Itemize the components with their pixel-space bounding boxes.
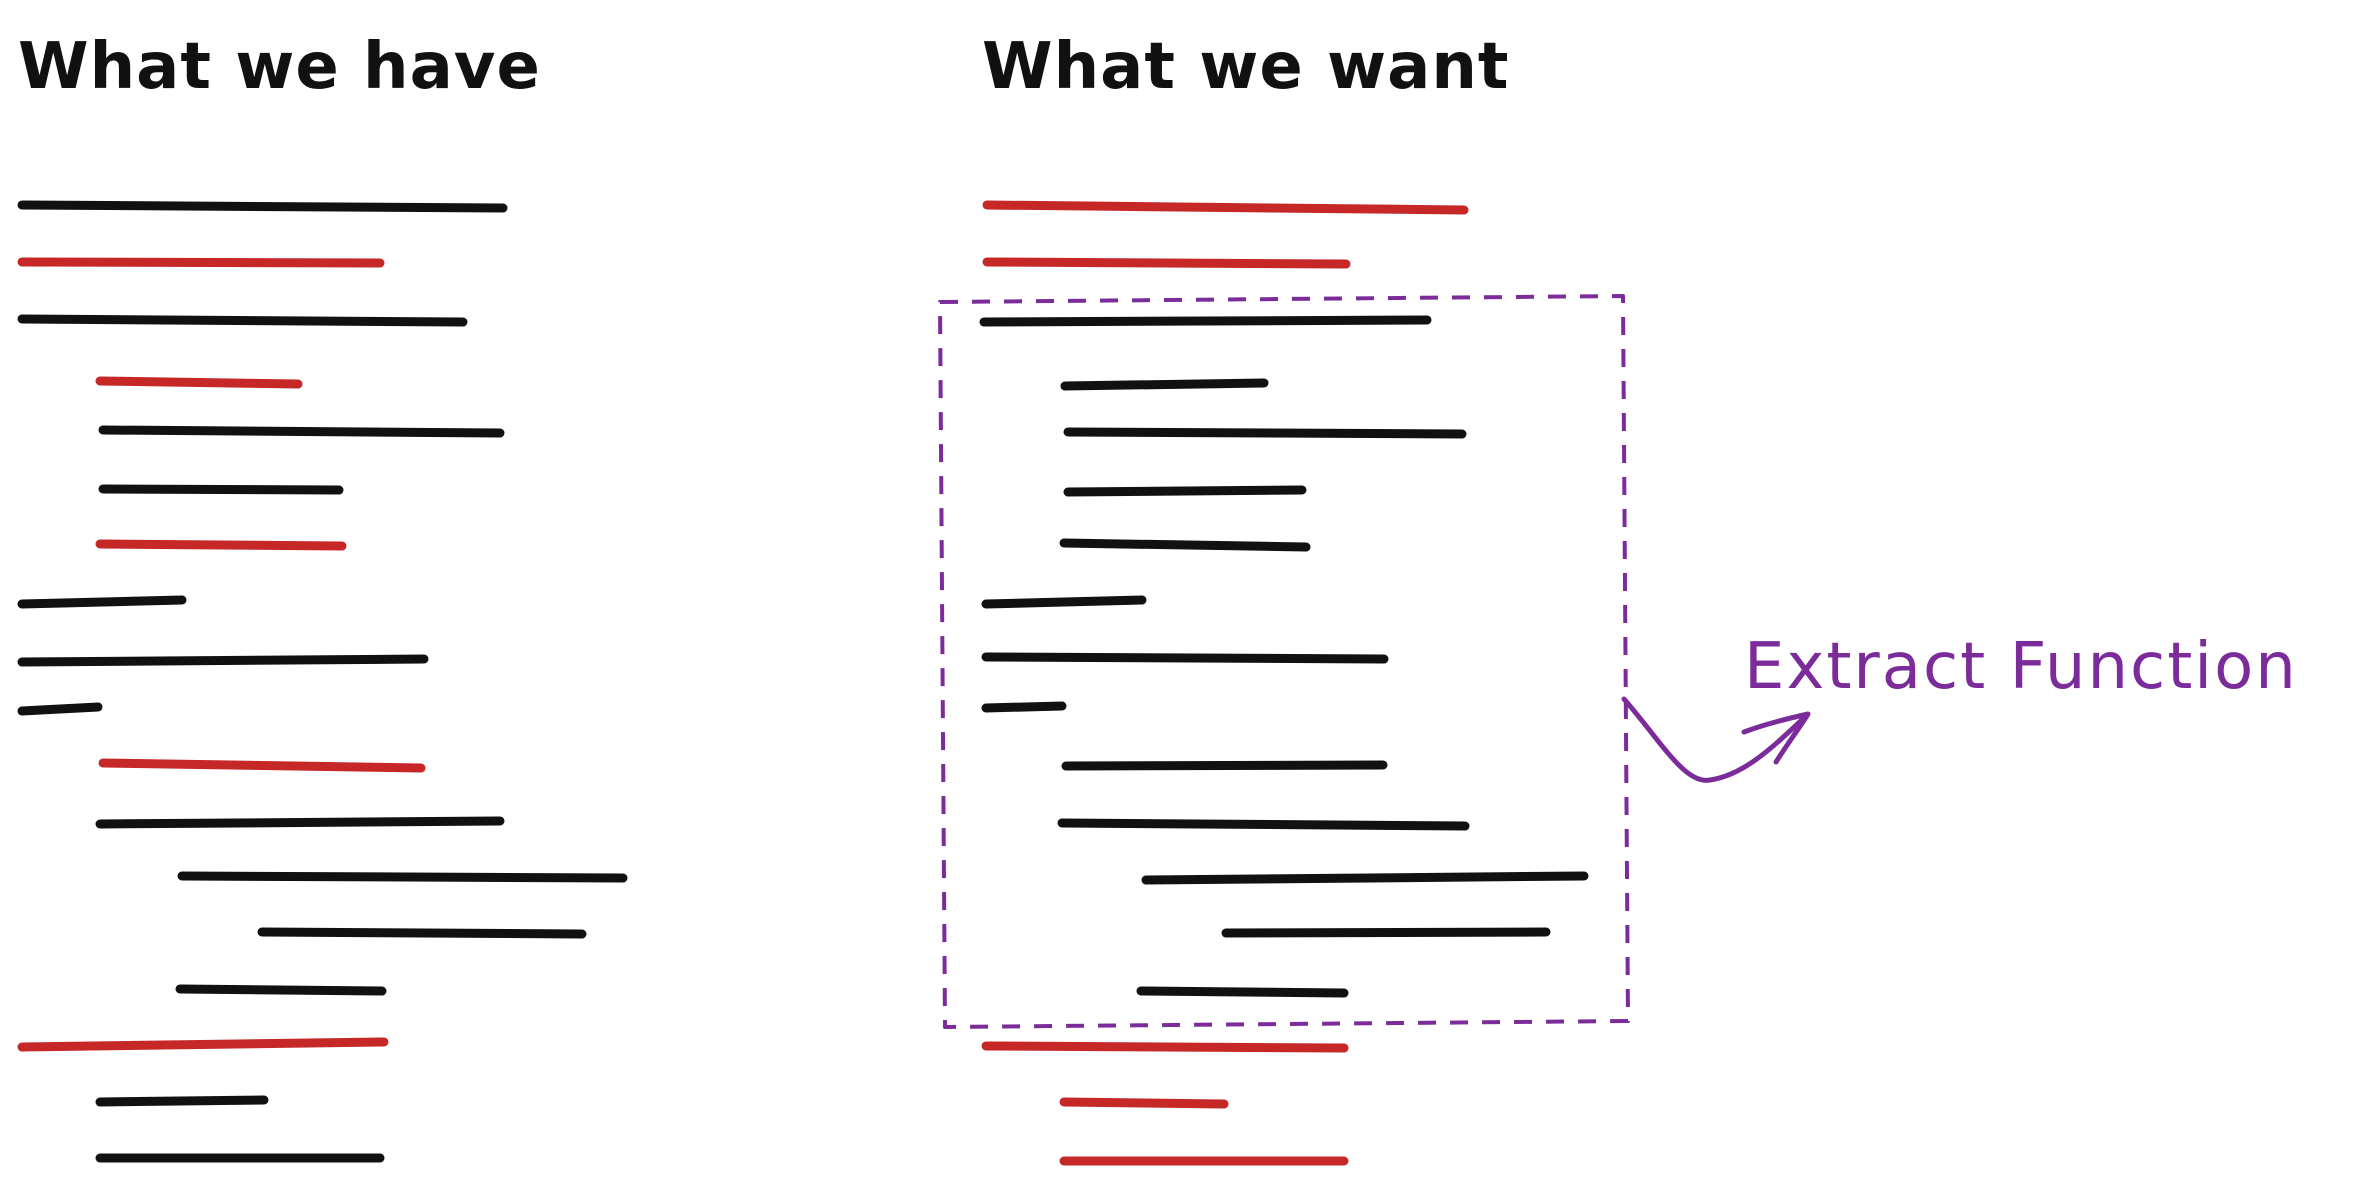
right-code-panel — [979, 200, 1589, 1166]
code-line-10 — [981, 701, 1067, 713]
code-line-9 — [17, 654, 429, 667]
code-line-12 — [1057, 818, 1470, 831]
code-line-7 — [1059, 538, 1311, 552]
code-line-11 — [1061, 760, 1388, 771]
code-line-11 — [98, 758, 426, 773]
code-line-6 — [98, 484, 344, 495]
code-line-14 — [1221, 927, 1551, 938]
code-line-2 — [982, 257, 1351, 269]
code-line-7 — [95, 539, 347, 551]
code-line-2 — [17, 257, 385, 268]
code-line-8 — [17, 595, 187, 609]
extract-function-label: Extract Function — [1744, 630, 2298, 704]
code-line-17 — [95, 1095, 269, 1107]
left-code-panel — [17, 200, 628, 1163]
code-line-8 — [981, 595, 1147, 609]
heading-what-we-have: What we have — [18, 30, 541, 104]
code-line-15 — [175, 984, 387, 996]
code-line-3 — [17, 314, 468, 327]
code-line-3 — [979, 315, 1432, 327]
code-line-4 — [95, 376, 303, 389]
code-line-1 — [17, 200, 508, 213]
code-line-5 — [1063, 427, 1467, 439]
code-line-15 — [1136, 986, 1349, 998]
heading-what-we-want: What we want — [982, 30, 1510, 104]
code-line-14 — [257, 927, 587, 939]
code-line-16 — [17, 1037, 389, 1052]
code-line-6 — [1063, 485, 1307, 497]
code-line-5 — [98, 425, 505, 438]
code-line-16 — [981, 1041, 1349, 1053]
code-line-1 — [982, 200, 1469, 215]
code-line-13 — [1141, 871, 1589, 885]
refactoring-diagram: What we have What we want Extract Functi… — [17, 30, 2298, 1166]
code-line-17 — [1059, 1097, 1229, 1109]
code-line-12 — [95, 816, 505, 829]
curved-arrow-icon — [1621, 696, 1809, 783]
code-line-13 — [177, 871, 628, 883]
code-line-9 — [981, 652, 1389, 664]
code-line-4 — [1060, 378, 1269, 391]
code-line-10 — [17, 702, 103, 716]
